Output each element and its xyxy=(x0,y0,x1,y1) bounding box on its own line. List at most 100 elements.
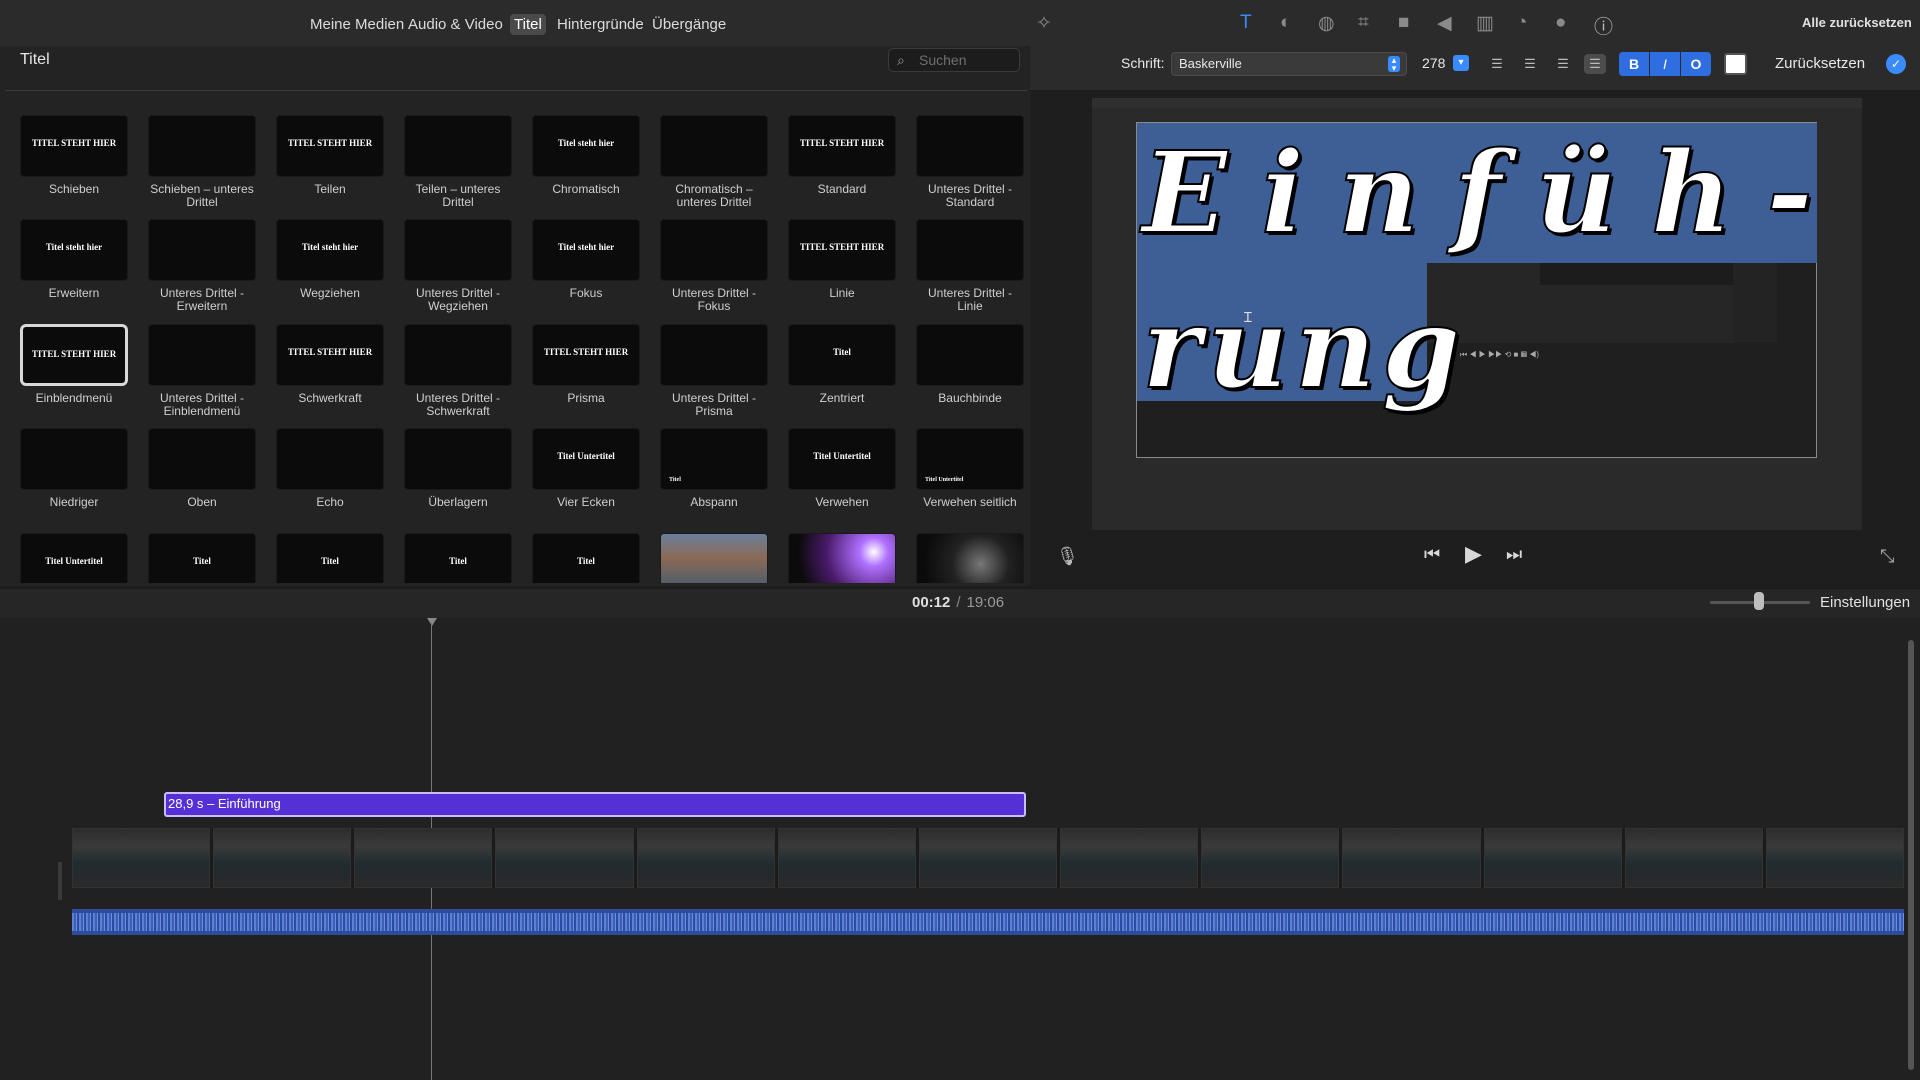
title-thumbnail[interactable] xyxy=(148,219,256,281)
title-tile[interactable]: Echo xyxy=(276,428,384,509)
checkmark-icon[interactable]: ✓ xyxy=(1886,54,1906,74)
title-thumbnail[interactable] xyxy=(660,115,768,177)
title-thumbnail[interactable]: TITEL STEHT HIER xyxy=(788,115,896,177)
title-tile[interactable]: Unteres Drittel - Erweitern xyxy=(148,219,256,313)
title-tile[interactable]: TITEL STEHT HIER Prisma xyxy=(532,324,640,405)
title-thumbnail[interactable]: TITEL STEHT HIER xyxy=(276,324,384,386)
title-clip[interactable]: 28,9 s – Einführung xyxy=(164,792,1026,817)
outline-button[interactable]: O xyxy=(1681,52,1711,76)
title-thumbnail[interactable] xyxy=(148,324,256,386)
title-thumbnail[interactable]: Titel xyxy=(148,533,256,583)
magic-wand-icon[interactable]: ✧ xyxy=(1036,12,1052,35)
title-tile[interactable]: Titel Untertitel Verwehen seitlich xyxy=(916,428,1024,509)
tab-titel[interactable]: Titel xyxy=(510,14,546,35)
title-thumbnail[interactable] xyxy=(276,428,384,490)
title-tile[interactable]: Titel steht hier Wegziehen xyxy=(276,219,384,300)
vertical-scrollbar[interactable] xyxy=(1908,640,1914,1070)
align-center-icon[interactable]: ☰ xyxy=(1519,54,1541,74)
title-thumbnail[interactable] xyxy=(660,324,768,386)
title-tile[interactable]: Unteres Drittel - Prisma xyxy=(660,324,768,418)
title-thumbnail[interactable]: Titel Untertitel xyxy=(788,428,896,490)
title-thumbnail[interactable]: Titel xyxy=(404,533,512,583)
title-tile[interactable]: TITEL STEHT HIER Standard xyxy=(788,115,896,196)
title-tile[interactable]: TITEL STEHT HIER Schwerkraft xyxy=(276,324,384,405)
title-thumbnail[interactable]: TITEL STEHT HIER xyxy=(532,324,640,386)
title-tile[interactable]: Titel xyxy=(276,533,384,583)
title-thumbnail[interactable]: Titel xyxy=(660,428,768,490)
skip-forward-icon[interactable]: ⏭ xyxy=(1506,544,1522,565)
title-tile[interactable]: Unteres Drittel - Standard xyxy=(916,115,1024,209)
title-tile[interactable]: Unteres Drittel - Wegziehen xyxy=(404,219,512,313)
color-balance-icon[interactable]: ◐ xyxy=(1280,12,1291,34)
title-thumbnail[interactable] xyxy=(660,219,768,281)
equalizer-icon[interactable]: ▥ xyxy=(1476,12,1494,35)
title-tile[interactable]: Überlagern xyxy=(404,428,512,509)
title-thumbnail[interactable] xyxy=(916,219,1024,281)
title-tile[interactable]: Titel Untertitel xyxy=(20,533,128,583)
title-tile[interactable]: Titel steht hier Fokus xyxy=(532,219,640,300)
title-thumbnail[interactable]: Titel steht hier xyxy=(532,115,640,177)
align-justify-icon[interactable]: ☰ xyxy=(1584,54,1606,74)
title-tile[interactable]: Titel xyxy=(404,533,512,583)
tab-uebergaenge[interactable]: Übergänge xyxy=(648,14,730,35)
title-thumbnail[interactable]: Titel steht hier xyxy=(532,219,640,281)
title-thumbnail[interactable] xyxy=(404,115,512,177)
zoom-slider-knob[interactable] xyxy=(1754,592,1764,610)
tab-hintergruende[interactable]: Hintergründe xyxy=(553,14,648,35)
title-thumbnail[interactable]: Titel Untertitel xyxy=(20,533,128,583)
title-thumbnail[interactable] xyxy=(916,115,1024,177)
title-thumbnail[interactable] xyxy=(404,219,512,281)
title-tile[interactable]: Titel Abspann xyxy=(660,428,768,509)
text-icon[interactable]: T xyxy=(1240,12,1252,34)
title-tile[interactable] xyxy=(660,533,768,583)
title-tile[interactable]: Oben xyxy=(148,428,256,509)
title-thumbnail[interactable]: TITEL STEHT HIER xyxy=(788,219,896,281)
title-tile[interactable] xyxy=(916,533,1024,583)
title-thumbnail[interactable]: Titel xyxy=(532,533,640,583)
title-tile[interactable]: TITEL STEHT HIER Teilen xyxy=(276,115,384,196)
title-tile[interactable]: TITEL STEHT HIER Schieben xyxy=(20,115,128,196)
title-tile[interactable]: Unteres Drittel - Fokus xyxy=(660,219,768,313)
title-tile[interactable]: Schieben – unteres Drittel xyxy=(148,115,256,209)
crop-icon[interactable]: ⌗ xyxy=(1358,12,1369,34)
title-tile[interactable]: Titel steht hier Erweitern xyxy=(20,219,128,300)
reset-all-button[interactable]: Alle zurücksetzen xyxy=(1802,15,1912,30)
title-tile[interactable]: Teilen – unteres Drittel xyxy=(404,115,512,209)
title-text-line2[interactable]: rung xyxy=(1141,282,1466,415)
title-thumbnail[interactable] xyxy=(404,428,512,490)
search-input[interactable]: ⌕ Suchen xyxy=(888,48,1020,72)
info-icon[interactable]: ⓘ xyxy=(1594,12,1613,39)
title-thumbnail[interactable] xyxy=(148,428,256,490)
title-thumbnail[interactable]: TITEL STEHT HIER xyxy=(20,115,128,177)
title-thumbnail[interactable] xyxy=(20,428,128,490)
title-thumbnail[interactable]: Titel xyxy=(788,324,896,386)
italic-button[interactable]: I xyxy=(1650,52,1680,76)
title-thumbnail[interactable]: Titel xyxy=(276,533,384,583)
text-color-well[interactable] xyxy=(1724,53,1747,75)
title-tile[interactable]: Unteres Drittel - Schwerkraft xyxy=(404,324,512,418)
volume-icon[interactable]: ◀ xyxy=(1437,12,1452,35)
title-tile[interactable]: Titel xyxy=(532,533,640,583)
font-select[interactable]: Baskerville ▴ ▾ xyxy=(1171,52,1407,76)
title-thumbnail[interactable]: Titel Untertitel xyxy=(532,428,640,490)
title-tile[interactable]: Chromatisch – unteres Drittel xyxy=(660,115,768,209)
playhead-handle[interactable] xyxy=(427,618,437,626)
align-right-icon[interactable]: ☰ xyxy=(1552,54,1574,74)
speed-icon[interactable]: ◔ xyxy=(1516,12,1527,34)
title-thumbnail[interactable]: TITEL STEHT HIER xyxy=(276,115,384,177)
clip-handle[interactable] xyxy=(58,862,62,900)
tab-meine-medien[interactable]: Meine Medien xyxy=(306,14,408,35)
bold-button[interactable]: B xyxy=(1619,52,1649,76)
title-tile[interactable]: Titel xyxy=(148,533,256,583)
title-thumbnail[interactable] xyxy=(916,324,1024,386)
title-text-line1[interactable]: Einfüh- xyxy=(1141,127,1847,260)
title-thumbnail[interactable] xyxy=(788,533,896,583)
title-thumbnail[interactable] xyxy=(660,533,768,583)
title-thumbnail[interactable]: Titel Untertitel xyxy=(916,428,1024,490)
title-thumbnail[interactable] xyxy=(916,533,1024,583)
chevron-down-icon[interactable]: ▾ xyxy=(1453,55,1469,71)
color-correction-icon[interactable]: ◍ xyxy=(1318,12,1335,35)
title-thumbnail[interactable] xyxy=(148,115,256,177)
title-tile[interactable]: Titel Zentriert xyxy=(788,324,896,405)
title-thumbnail[interactable]: Titel steht hier xyxy=(276,219,384,281)
